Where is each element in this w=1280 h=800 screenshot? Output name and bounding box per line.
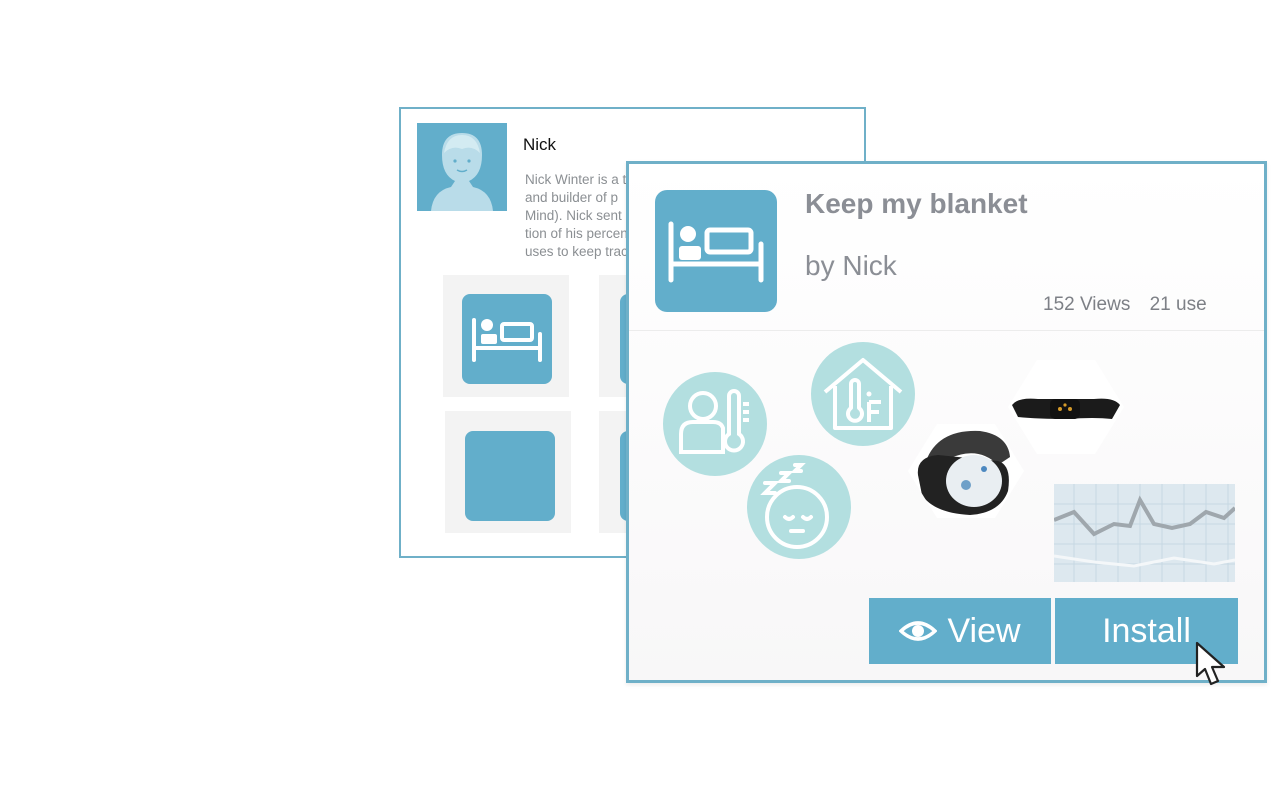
person-avatar-icon bbox=[417, 123, 507, 211]
eye-icon bbox=[899, 621, 938, 641]
view-button-label: View bbox=[947, 611, 1021, 650]
sensor-graph-image bbox=[1053, 484, 1237, 582]
view-button[interactable]: View bbox=[869, 598, 1051, 664]
home-temperature-icon bbox=[811, 342, 915, 446]
recipe-title: Keep my blanket bbox=[805, 188, 1028, 219]
views-count: 152 Views bbox=[1043, 294, 1131, 315]
recipe-tile[interactable] bbox=[445, 411, 571, 533]
recipe-tile[interactable] bbox=[443, 275, 569, 397]
profile-name: Nick bbox=[523, 135, 557, 154]
recipe-author[interactable]: by Nick bbox=[805, 250, 897, 282]
recipe-thumbnail bbox=[465, 431, 555, 521]
mouse-cursor-icon bbox=[1194, 640, 1234, 695]
sleep-sensor-device-image bbox=[908, 424, 1024, 518]
bed-icon bbox=[655, 190, 777, 312]
sleeping-face-icon bbox=[747, 455, 851, 559]
divider bbox=[629, 330, 1264, 331]
recipe-stats: 152 Views 21 use bbox=[1043, 294, 1207, 316]
wristband-device-image bbox=[1008, 360, 1124, 454]
bed-icon bbox=[462, 294, 552, 384]
uses-count: 21 use bbox=[1149, 294, 1207, 315]
install-button-label: Install bbox=[1102, 611, 1191, 650]
recipe-card: Keep my blanket by Nick 152 Views 21 use bbox=[626, 161, 1267, 683]
